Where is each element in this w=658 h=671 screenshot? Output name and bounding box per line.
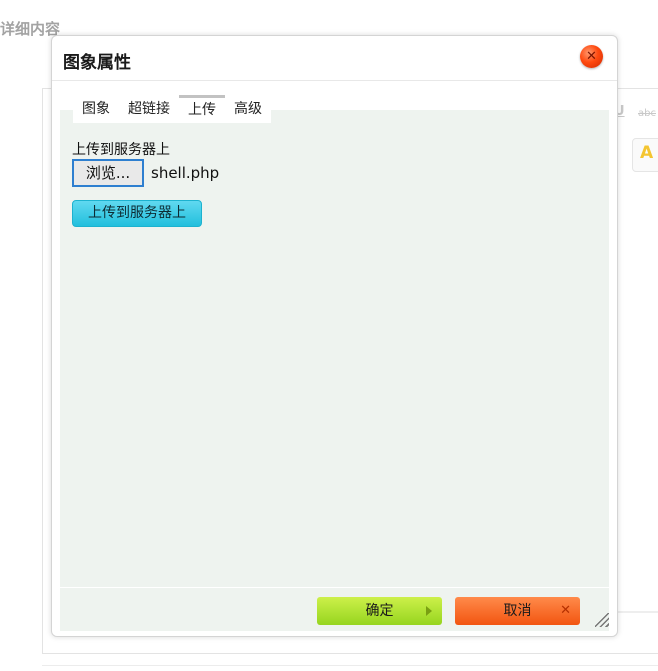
resize-handle[interactable] (595, 613, 609, 627)
cancel-button[interactable]: 取消 ✕ (455, 597, 580, 625)
arrow-right-icon (426, 606, 432, 616)
ok-button[interactable]: 确定 (317, 597, 442, 625)
font-color-icon: A (640, 143, 654, 163)
strikethrough-icon[interactable]: abc (638, 108, 656, 119)
status-strip (614, 611, 658, 613)
close-x-icon: ✕ (560, 603, 571, 618)
dialog-tabs: 图象 超链接 上传 高级 (73, 95, 271, 123)
tab-advanced[interactable]: 高级 (225, 95, 271, 123)
close-icon[interactable]: ✕ (580, 45, 603, 68)
image-properties-dialog: 图象属性 ✕ 上传到服务器上 浏览... shell.php 上传到服务器上 确… (51, 35, 618, 637)
footer-divider (60, 587, 609, 588)
upload-panel: 上传到服务器上 浏览... shell.php 上传到服务器上 确定 取消 ✕ (60, 110, 609, 631)
title-divider (52, 80, 617, 81)
tab-image[interactable]: 图象 (73, 95, 119, 123)
dialog-title: 图象属性 (63, 53, 131, 73)
page-heading: 详细内容 (0, 20, 61, 38)
selected-file-name: shell.php (151, 164, 220, 182)
upload-label: 上传到服务器上 (72, 142, 170, 158)
upload-to-server-button[interactable]: 上传到服务器上 (72, 200, 202, 227)
bottom-divider (42, 665, 658, 666)
ok-button-label: 确定 (365, 603, 394, 619)
browse-button[interactable]: 浏览... (72, 159, 144, 187)
tab-hyperlink[interactable]: 超链接 (119, 95, 179, 123)
tab-upload[interactable]: 上传 (179, 95, 225, 123)
